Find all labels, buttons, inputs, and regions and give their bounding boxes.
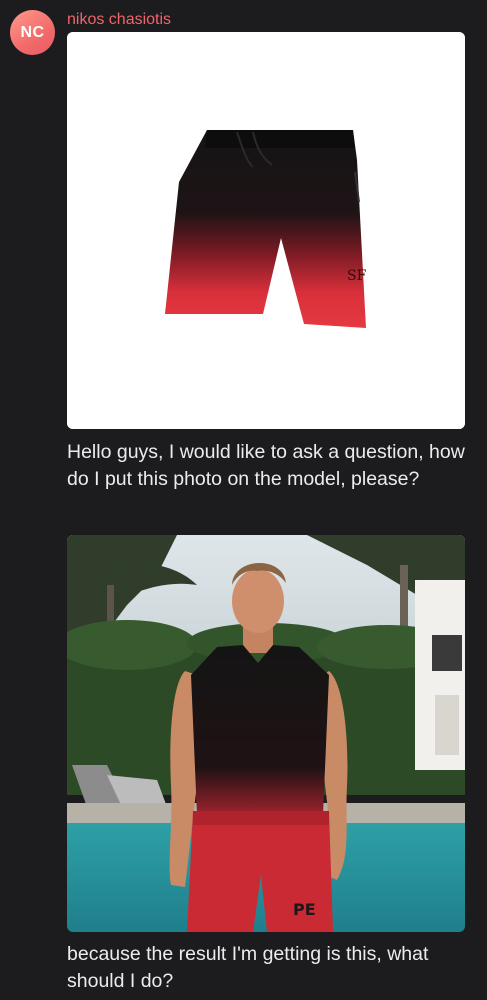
avatar[interactable]: NC [10,10,55,55]
sender-name[interactable]: nikos chasiotis [67,10,171,30]
message-text: because the result I'm getting is this, … [67,943,429,992]
message-text: Hello guys, I would like to ask a questi… [67,441,465,490]
shorts-product-photo: SF [67,32,465,429]
attachment-image-shorts[interactable]: SF [67,32,465,429]
svg-text:SF: SF [347,268,367,284]
svg-text:PE: PE [293,900,316,919]
chat-view: NC nikos chasiotis SF Hello guys, I woul… [0,0,487,1000]
attachment-image-model[interactable]: PE [67,535,465,932]
avatar-initials: NC [20,23,45,41]
model-generated-photo: PE [67,535,465,932]
